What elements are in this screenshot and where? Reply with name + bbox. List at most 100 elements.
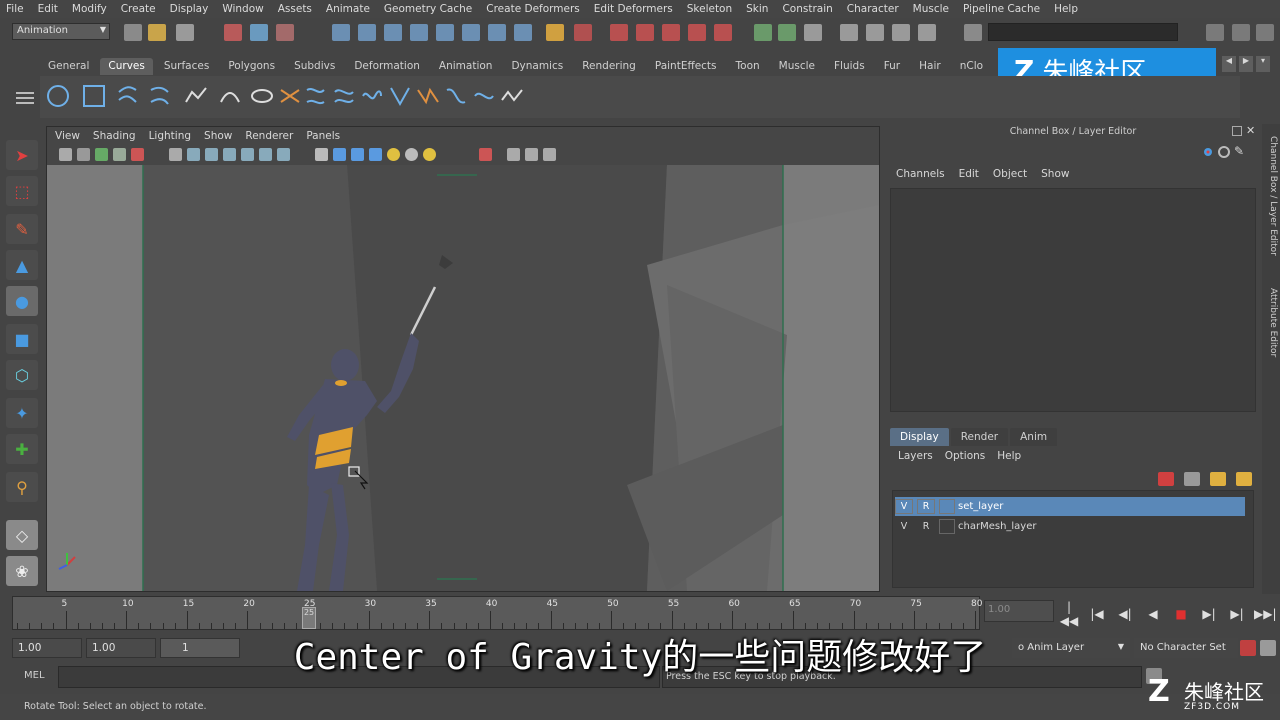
channel-menu-channels[interactable]: Channels <box>896 168 945 180</box>
time-slider-playhead[interactable]: 25 <box>302 607 317 629</box>
scale-tool-icon[interactable]: ■ <box>6 324 38 354</box>
gate-mask-icon[interactable] <box>223 148 236 161</box>
viewport-scene[interactable] <box>47 165 879 591</box>
xray-icon[interactable] <box>479 148 492 161</box>
shelf-tab-polygons[interactable]: Polygons <box>220 58 283 75</box>
cv-curve-icon[interactable] <box>116 84 140 108</box>
shelf-tab-curves[interactable]: Curves <box>100 58 153 75</box>
select-tool-icon[interactable]: ➤ <box>6 140 38 170</box>
bevel-icon[interactable] <box>360 84 384 108</box>
lasso-tool-icon[interactable]: ⬚ <box>6 176 38 206</box>
lock-icon[interactable] <box>546 24 564 41</box>
extend-curve-icon[interactable] <box>472 84 496 108</box>
layer-tab-render[interactable]: Render <box>950 428 1009 446</box>
wireframe-on-shaded-icon[interactable] <box>351 148 364 161</box>
shelf-tab-general[interactable]: General <box>40 58 97 75</box>
detach-curves-icon[interactable] <box>416 84 440 108</box>
menu-geometry-cache[interactable]: Geometry Cache <box>384 3 472 15</box>
step-forward-key-icon[interactable]: ▶| <box>1198 607 1220 621</box>
insert-knot-icon[interactable] <box>444 84 468 108</box>
layer-row[interactable]: V R set_layer <box>895 497 1245 516</box>
shelf-scroll-left-icon[interactable]: ◀ <box>1222 56 1236 72</box>
input-icon[interactable] <box>610 24 628 41</box>
xray-joints-icon[interactable] <box>507 148 520 161</box>
play-backwards-icon[interactable]: ◀ <box>1142 607 1164 621</box>
viewport-menu-panels[interactable]: Panels <box>306 130 340 142</box>
revolve-icon[interactable] <box>250 84 274 108</box>
tool-settings-toggle-icon[interactable]: ✎ <box>1234 144 1244 158</box>
menu-help[interactable]: Help <box>1054 3 1078 15</box>
new-empty-layer-icon[interactable] <box>1184 472 1200 486</box>
menu-animate[interactable]: Animate <box>326 3 370 15</box>
viewport-menu-show[interactable]: Show <box>204 130 232 142</box>
snap-live-icon[interactable] <box>488 24 506 41</box>
menu-edit-deformers[interactable]: Edit Deformers <box>594 3 673 15</box>
arc-tool-icon[interactable] <box>218 84 242 108</box>
snap-grid-icon[interactable] <box>332 24 350 41</box>
bookmarks-icon[interactable] <box>95 148 108 161</box>
render-current-icon[interactable] <box>662 24 680 41</box>
save-scene-icon[interactable] <box>176 24 194 41</box>
grid-icon[interactable] <box>169 148 182 161</box>
close-icon[interactable]: ✕ <box>1246 124 1255 137</box>
nurbs-circle-icon[interactable] <box>46 84 70 108</box>
layer-visibility-toggle[interactable]: V <box>895 519 913 534</box>
shadows-icon[interactable] <box>405 148 418 161</box>
pencil-curve-icon[interactable] <box>184 84 208 108</box>
float-panel-icon[interactable] <box>1232 126 1242 136</box>
channel-menu-show[interactable]: Show <box>1041 168 1069 180</box>
current-frame-field[interactable]: 1.00 <box>984 600 1054 622</box>
go-to-end-icon[interactable]: ▶▶| <box>1254 607 1277 621</box>
snap-surface-icon[interactable] <box>436 24 454 41</box>
select-component-icon[interactable] <box>276 24 294 41</box>
layer-tab-anim[interactable]: Anim <box>1010 428 1058 446</box>
use-all-lights-icon[interactable] <box>387 148 400 161</box>
backface-culling-icon[interactable] <box>525 148 538 161</box>
camera-attributes-icon[interactable] <box>77 148 90 161</box>
panel-layout-icon[interactable] <box>1206 24 1224 41</box>
select-hierarchy-icon[interactable] <box>224 24 242 41</box>
layer-color-swatch[interactable] <box>939 519 955 534</box>
move-layer-up-icon[interactable] <box>1210 472 1226 486</box>
move-layer-down-icon[interactable] <box>1236 472 1252 486</box>
film-gate-icon[interactable] <box>187 148 200 161</box>
textured-icon[interactable] <box>369 148 382 161</box>
field-chart-icon[interactable] <box>241 148 254 161</box>
layer-color-swatch[interactable] <box>939 499 955 514</box>
outliner-layout-icon[interactable]: ❀ <box>6 556 38 586</box>
layer-display-type-toggle[interactable]: R <box>917 499 935 514</box>
render-settings-icon[interactable] <box>714 24 732 41</box>
clipboard-icon[interactable] <box>804 24 822 41</box>
input-mode-icon[interactable] <box>964 24 982 41</box>
new-layer-from-selection-icon[interactable] <box>1158 472 1174 486</box>
snap-view-icon[interactable] <box>410 24 428 41</box>
channel-box-icon[interactable] <box>918 24 936 41</box>
shelf-menu-icon[interactable]: ▾ <box>1256 56 1270 72</box>
layer-menu-help[interactable]: Help <box>997 450 1021 462</box>
attach-curves-icon[interactable] <box>388 84 412 108</box>
planar-icon[interactable] <box>304 84 328 108</box>
shelf-menu-handle-icon[interactable] <box>14 86 36 110</box>
last-tool-used-icon[interactable]: ⚲ <box>6 472 38 502</box>
menu-skeleton[interactable]: Skeleton <box>687 3 732 15</box>
shelf-tab-hair[interactable]: Hair <box>911 58 949 75</box>
layer-row[interactable]: V R charMesh_layer <box>895 517 1245 536</box>
menu-skin[interactable]: Skin <box>746 3 768 15</box>
safe-title-icon[interactable] <box>277 148 290 161</box>
shelf-tab-dynamics[interactable]: Dynamics <box>503 58 571 75</box>
menu-set-selector[interactable]: Animation ▼ <box>12 23 110 40</box>
menu-constrain[interactable]: Constrain <box>782 3 832 15</box>
select-camera-icon[interactable] <box>59 148 72 161</box>
shelf-tab-rendering[interactable]: Rendering <box>574 58 644 75</box>
shelf-tab-subdivs[interactable]: Subdivs <box>286 58 343 75</box>
single-perspective-layout-icon[interactable]: ◇ <box>6 520 38 550</box>
shelf-tab-surfaces[interactable]: Surfaces <box>156 58 217 75</box>
side-tab-channel-box[interactable]: Channel Box / Layer Editor <box>1264 136 1278 256</box>
tool-settings-icon[interactable] <box>866 24 884 41</box>
shelf-tab-toon[interactable]: Toon <box>728 58 768 75</box>
step-back-frame-icon[interactable]: |◀ <box>1086 607 1108 621</box>
layer-tab-display[interactable]: Display <box>890 428 949 446</box>
menu-create-deformers[interactable]: Create Deformers <box>486 3 580 15</box>
menu-display[interactable]: Display <box>170 3 209 15</box>
shelf-tab-deformation[interactable]: Deformation <box>346 58 428 75</box>
